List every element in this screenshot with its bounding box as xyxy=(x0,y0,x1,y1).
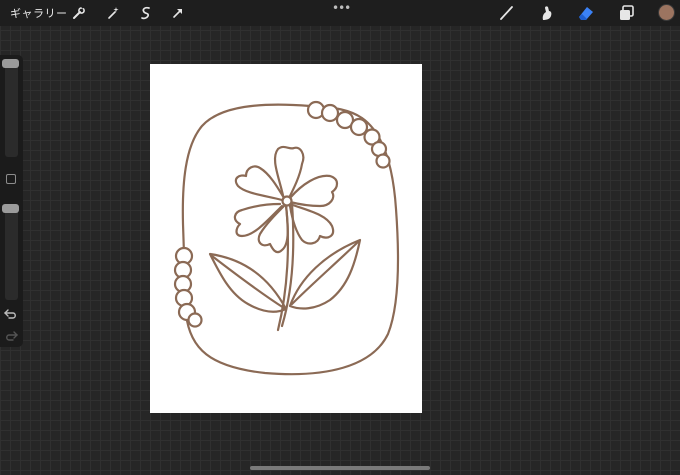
brush-size-slider[interactable] xyxy=(2,59,19,157)
smudge-icon[interactable] xyxy=(537,3,557,23)
wrench-icon[interactable] xyxy=(71,5,87,21)
color-swatch[interactable] xyxy=(658,4,675,21)
opacity-slider[interactable] xyxy=(2,204,19,300)
brush-icon[interactable] xyxy=(497,3,517,23)
redo-icon[interactable] xyxy=(3,329,19,343)
sidebar xyxy=(0,55,23,347)
home-indicator[interactable] xyxy=(250,466,430,470)
more-options-icon[interactable]: ••• xyxy=(332,1,351,15)
flower-drawing xyxy=(173,100,400,376)
opacity-thumb[interactable] xyxy=(2,204,19,213)
eraser-icon[interactable] xyxy=(576,3,596,23)
magic-wand-icon[interactable] xyxy=(105,5,121,21)
undo-icon[interactable] xyxy=(3,307,19,321)
brush-size-thumb[interactable] xyxy=(2,59,19,68)
layers-icon[interactable] xyxy=(616,3,636,23)
top-toolbar: ギャラリー ••• xyxy=(0,0,680,26)
modify-button[interactable] xyxy=(6,174,16,184)
selection-icon[interactable] xyxy=(138,5,154,21)
drawing-canvas[interactable] xyxy=(150,64,422,413)
gallery-button[interactable]: ギャラリー xyxy=(10,5,68,21)
transform-icon[interactable] xyxy=(170,5,186,21)
